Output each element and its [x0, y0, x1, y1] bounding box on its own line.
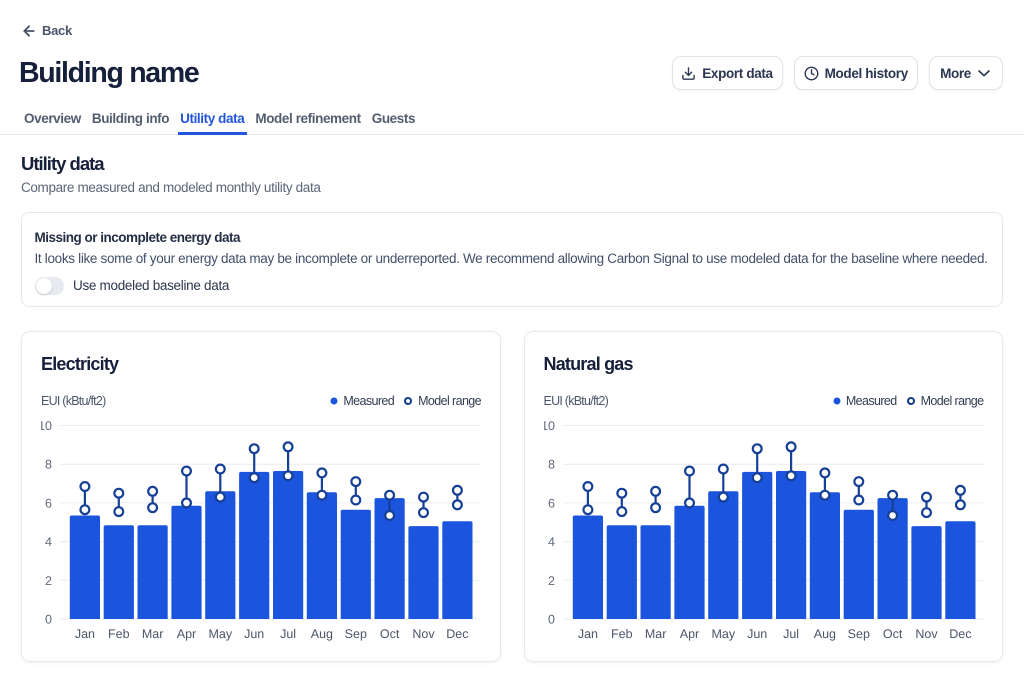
svg-text:8: 8 — [548, 458, 555, 472]
svg-text:May: May — [711, 627, 735, 641]
svg-text:Oct: Oct — [882, 627, 902, 641]
svg-text:Sep: Sep — [345, 627, 367, 641]
svg-text:Apr: Apr — [679, 627, 698, 641]
svg-text:Nov: Nov — [915, 627, 938, 641]
svg-text:Dec: Dec — [949, 627, 971, 641]
svg-text:2: 2 — [45, 574, 52, 588]
svg-text:Mar: Mar — [142, 627, 164, 641]
svg-text:0: 0 — [548, 613, 555, 627]
svg-text:10: 10 — [41, 419, 52, 433]
svg-text:8: 8 — [45, 458, 52, 472]
svg-text:Feb: Feb — [611, 627, 633, 641]
svg-text:6: 6 — [548, 496, 555, 510]
svg-text:Sep: Sep — [847, 627, 869, 641]
svg-text:May: May — [208, 627, 232, 641]
svg-text:2: 2 — [548, 574, 555, 588]
svg-text:6: 6 — [45, 496, 52, 510]
svg-text:Mar: Mar — [644, 627, 666, 641]
svg-text:Jul: Jul — [280, 627, 296, 641]
svg-text:Oct: Oct — [380, 627, 400, 641]
svg-text:Jan: Jan — [75, 627, 95, 641]
svg-text:Jun: Jun — [244, 627, 264, 641]
svg-text:Nov: Nov — [412, 627, 435, 641]
svg-text:4: 4 — [45, 535, 52, 549]
svg-text:10: 10 — [544, 419, 555, 433]
svg-text:Aug: Aug — [813, 627, 835, 641]
svg-text:Jul: Jul — [783, 627, 799, 641]
svg-text:Apr: Apr — [177, 627, 196, 641]
svg-text:Aug: Aug — [311, 627, 333, 641]
svg-text:Jan: Jan — [577, 627, 597, 641]
svg-text:0: 0 — [45, 613, 52, 627]
svg-text:4: 4 — [548, 535, 555, 549]
svg-text:Dec: Dec — [446, 627, 468, 641]
svg-text:Feb: Feb — [108, 627, 130, 641]
svg-text:Jun: Jun — [747, 627, 767, 641]
